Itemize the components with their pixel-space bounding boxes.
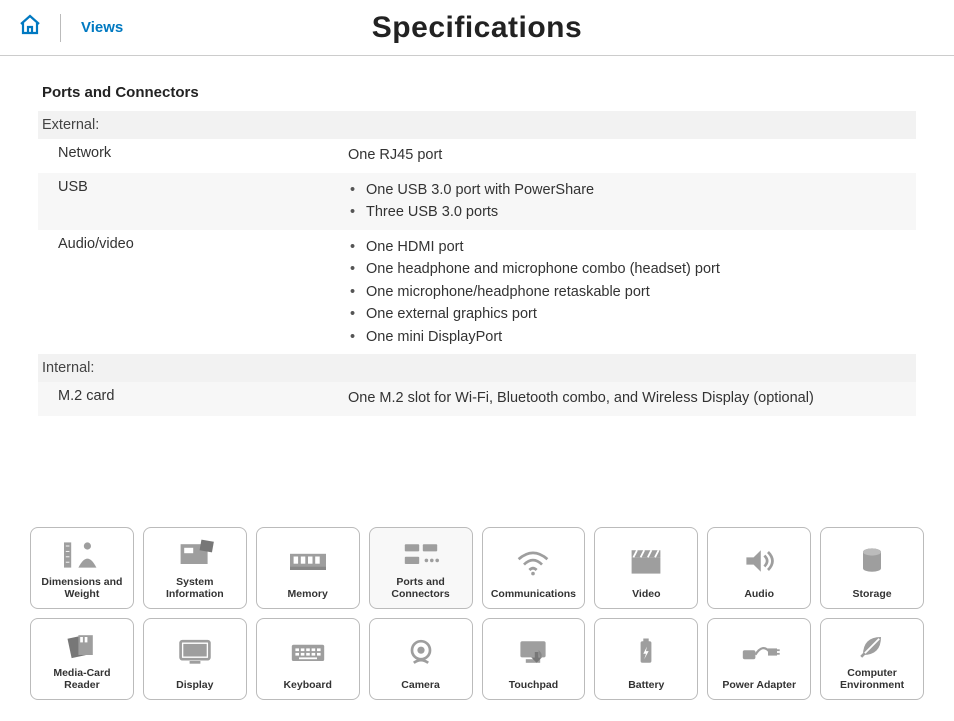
spec-value-item: One external graphics port xyxy=(348,303,906,325)
spec-value-item: Three USB 3.0 ports xyxy=(348,201,906,223)
tile-label: Ports and Connectors xyxy=(391,576,449,600)
spec-value-text: One M.2 slot for Wi-Fi, Bluetooth combo,… xyxy=(348,388,906,410)
tile-memory[interactable]: Memory xyxy=(256,527,360,609)
home-button[interactable] xyxy=(0,13,60,42)
cards-icon xyxy=(60,625,104,667)
spec-value: One M.2 slot for Wi-Fi, Bluetooth combo,… xyxy=(338,382,916,416)
webcam-icon xyxy=(399,625,443,679)
tile-keyboard[interactable]: Keyboard xyxy=(256,618,360,700)
tile-row: Dimensions and Weight System Information M… xyxy=(30,527,924,609)
monitor-icon xyxy=(173,625,217,679)
content-area: Ports and Connectors External:NetworkOne… xyxy=(0,56,954,416)
spec-value-item: One HDMI port xyxy=(348,236,906,258)
tile-video[interactable]: Video xyxy=(594,527,698,609)
chip-icon xyxy=(173,534,217,576)
spec-row: M.2 card One M.2 slot for Wi-Fi, Bluetoot… xyxy=(38,382,916,416)
tile-label: System Information xyxy=(166,576,224,600)
spec-label: Network xyxy=(38,139,338,173)
tile-label: Keyboard xyxy=(283,679,331,691)
spec-value-item: One mini DisplayPort xyxy=(348,326,906,348)
tile-env[interactable]: Computer Environment xyxy=(820,618,924,700)
tile-sysinfo[interactable]: System Information xyxy=(143,527,247,609)
tile-label: Video xyxy=(632,588,660,600)
tile-label: Storage xyxy=(853,588,892,600)
ports-icon xyxy=(399,534,443,576)
spec-value-text: One RJ45 port xyxy=(348,145,906,167)
views-link[interactable]: Views xyxy=(67,19,123,36)
tile-touchpad[interactable]: Touchpad xyxy=(482,618,586,700)
tile-label: Audio xyxy=(744,588,774,600)
tile-label: Computer Environment xyxy=(840,667,904,691)
tile-label: Display xyxy=(176,679,213,691)
ram-icon xyxy=(286,534,330,588)
battery-icon xyxy=(624,625,668,679)
tile-mediacard[interactable]: Media-Card Reader xyxy=(30,618,134,700)
tile-audio[interactable]: Audio xyxy=(707,527,811,609)
cylinder-icon xyxy=(850,534,894,588)
spec-table: External:NetworkOne RJ45 portUSBOne USB … xyxy=(38,111,916,416)
tile-battery[interactable]: Battery xyxy=(594,618,698,700)
page-title: Specifications xyxy=(0,11,954,45)
tile-label: Touchpad xyxy=(509,679,558,691)
tile-label: Camera xyxy=(401,679,440,691)
spec-value: One RJ45 port xyxy=(338,139,916,173)
tile-label: Communications xyxy=(491,588,576,600)
tile-label: Memory xyxy=(288,588,328,600)
tile-storage[interactable]: Storage xyxy=(820,527,924,609)
tile-dimensions[interactable]: Dimensions and Weight xyxy=(30,527,134,609)
tile-comm[interactable]: Communications xyxy=(482,527,586,609)
spec-label: USB xyxy=(38,173,338,230)
group-label: External: xyxy=(38,111,916,139)
adapter-icon xyxy=(737,625,781,679)
tile-adapter[interactable]: Power Adapter xyxy=(707,618,811,700)
spec-row: Network One RJ45 port xyxy=(38,139,916,173)
header: Views Specifications xyxy=(0,0,954,56)
tile-label: Power Adapter xyxy=(722,679,796,691)
group-header: Internal: xyxy=(38,354,916,382)
keyboard-icon xyxy=(286,625,330,679)
tile-ports[interactable]: Ports and Connectors xyxy=(369,527,473,609)
clapper-icon xyxy=(624,534,668,588)
section-title: Ports and Connectors xyxy=(38,84,916,101)
spec-value-item: One microphone/headphone retaskable port xyxy=(348,281,906,303)
spec-label: M.2 card xyxy=(38,382,338,416)
ruler-weight-icon xyxy=(60,534,104,576)
spec-value: One USB 3.0 port with PowerShareThree US… xyxy=(338,173,916,230)
tile-label: Battery xyxy=(628,679,664,691)
spec-label: Audio/video xyxy=(38,230,338,354)
spec-value-item: One USB 3.0 port with PowerShare xyxy=(348,179,906,201)
spec-value: One HDMI portOne headphone and microphon… xyxy=(338,230,916,354)
home-icon xyxy=(17,13,43,42)
wifi-icon xyxy=(511,534,555,588)
header-divider xyxy=(60,14,61,42)
leaf-icon xyxy=(850,625,894,667)
group-label: Internal: xyxy=(38,354,916,382)
tile-label: Media-Card Reader xyxy=(53,667,110,691)
tile-row: Media-Card Reader Display Keyboard Camera To… xyxy=(30,618,924,700)
touchpad-icon xyxy=(511,625,555,679)
spec-row: USBOne USB 3.0 port with PowerShareThree… xyxy=(38,173,916,230)
tile-label: Dimensions and Weight xyxy=(41,576,122,600)
tile-display[interactable]: Display xyxy=(143,618,247,700)
spec-value-item: One headphone and microphone combo (head… xyxy=(348,258,906,280)
speaker-icon xyxy=(737,534,781,588)
group-header: External: xyxy=(38,111,916,139)
spec-row: Audio/videoOne HDMI portOne headphone an… xyxy=(38,230,916,354)
tile-camera[interactable]: Camera xyxy=(369,618,473,700)
nav-tiles: Dimensions and Weight System Information M… xyxy=(0,527,954,709)
